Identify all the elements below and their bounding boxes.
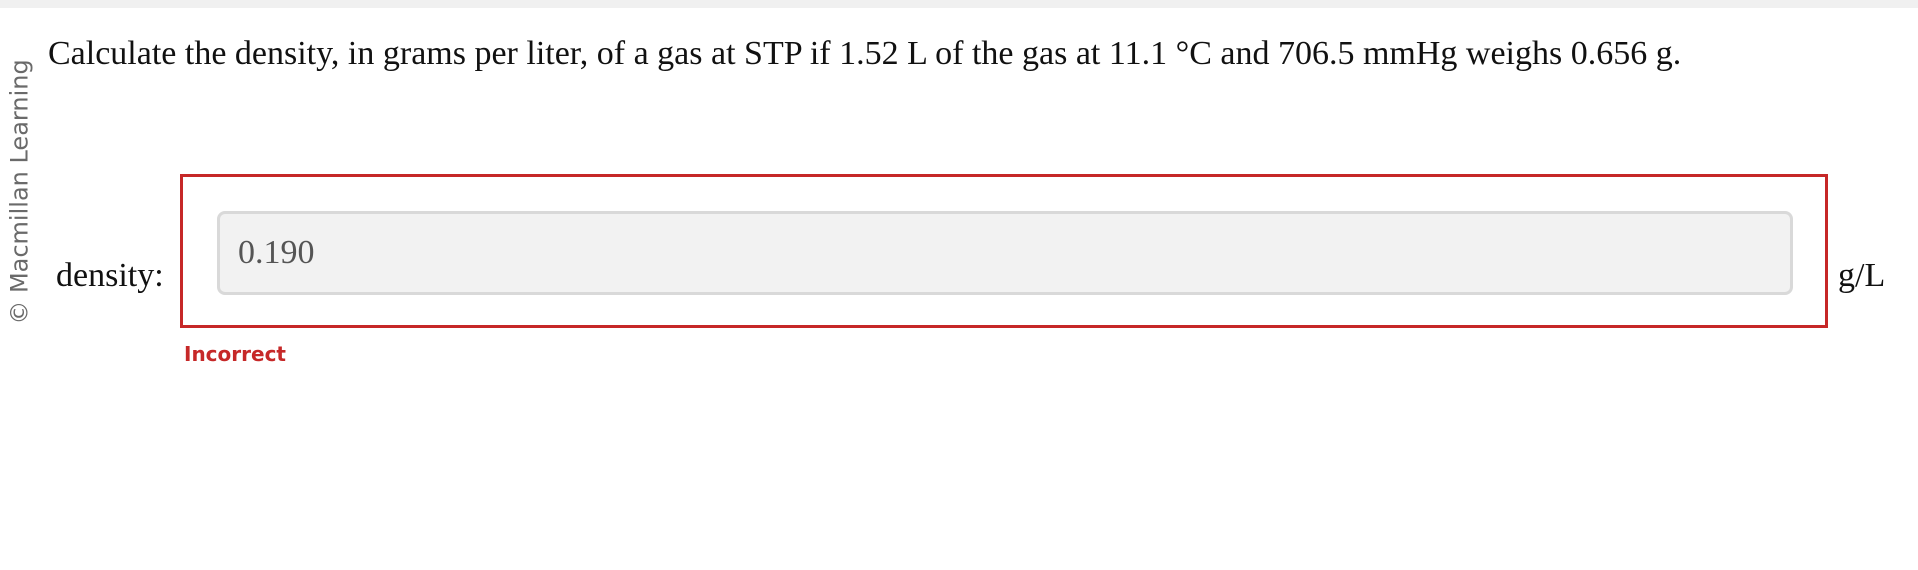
density-input[interactable]: 0.190	[217, 211, 1793, 295]
feedback-status: Incorrect	[184, 342, 286, 366]
publisher-watermark: © Macmillan Learning	[6, 52, 34, 332]
watermark-text: © Macmillan Learning	[6, 59, 35, 325]
question-text: Calculate the density, in grams per lite…	[48, 35, 1682, 72]
unit-label: g/L	[1838, 257, 1886, 294]
answer-box: 0.190	[180, 174, 1828, 328]
answer-label: density:	[56, 257, 164, 294]
top-strip	[0, 0, 1918, 8]
